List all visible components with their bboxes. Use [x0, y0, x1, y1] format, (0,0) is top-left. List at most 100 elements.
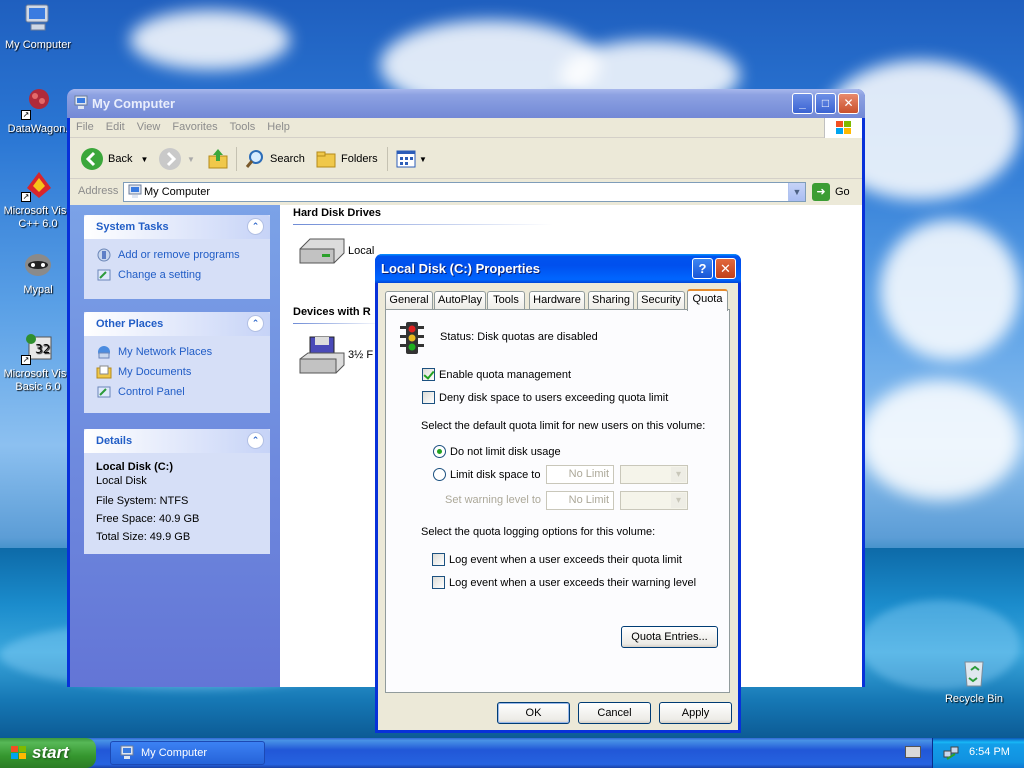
back-arrow-icon: [81, 148, 103, 170]
go-arrow-icon: ➜: [812, 183, 830, 201]
views-icon: [396, 150, 416, 168]
task-pane: System Tasks ⌃ Add or remove programs Ch…: [70, 205, 280, 687]
tab-autoplay[interactable]: AutoPlay: [434, 291, 486, 310]
forward-button[interactable]: ▼: [158, 145, 195, 173]
enable-quota-checkbox[interactable]: Enable quota management: [422, 368, 571, 381]
search-button[interactable]: Search: [244, 145, 305, 173]
apply-button[interactable]: Apply: [659, 702, 732, 724]
ok-button[interactable]: OK: [497, 702, 570, 724]
go-button[interactable]: ➜ Go: [812, 182, 857, 202]
limit-space-label: Limit disk space to: [450, 468, 541, 481]
limit-value-field[interactable]: No Limit: [546, 465, 614, 484]
system-tasks-header[interactable]: System Tasks ⌃: [84, 215, 270, 239]
local-disk-item[interactable]: Local: [296, 235, 374, 267]
desktop-icon-recycle-bin[interactable]: Recycle Bin: [934, 656, 1014, 705]
menu-file[interactable]: File: [70, 118, 100, 136]
log-limit-label: Log event when a user exceeds their quot…: [449, 553, 682, 566]
deny-space-checkbox[interactable]: Deny disk space to users exceeding quota…: [422, 391, 668, 404]
help-button[interactable]: ?: [692, 258, 713, 279]
toolbar: Back ▼ ▼ Search Folders ▼: [70, 139, 862, 179]
address-value: My Computer: [144, 186, 211, 198]
my-documents-link[interactable]: My Documents: [84, 362, 270, 382]
change-setting-link[interactable]: Change a setting: [84, 265, 270, 285]
address-input[interactable]: My Computer ▼: [123, 182, 806, 202]
raccoon-icon: [21, 247, 55, 281]
log-limit-checkbox[interactable]: Log event when a user exceeds their quot…: [432, 553, 682, 566]
menu-tools[interactable]: Tools: [224, 118, 262, 136]
go-label: Go: [835, 186, 850, 198]
dialog-close-button[interactable]: ✕: [715, 258, 736, 279]
limit-unit-select[interactable]: [620, 465, 688, 484]
tab-sharing[interactable]: Sharing: [588, 291, 634, 310]
traffic-light-icon: [398, 320, 426, 359]
computer-icon: [128, 184, 142, 198]
details-name: Local Disk (C:): [96, 461, 174, 473]
menu-view[interactable]: View: [131, 118, 167, 136]
no-limit-radio[interactable]: Do not limit disk usage: [433, 445, 561, 458]
desktop-icon-my-computer[interactable]: My Computer: [0, 2, 78, 51]
cancel-button[interactable]: Cancel: [578, 702, 651, 724]
floppy-drive-icon: [299, 336, 345, 374]
network-status-icon[interactable]: [943, 745, 959, 761]
local-disk-label: Local: [348, 245, 375, 257]
taskbar-item-my-computer[interactable]: My Computer: [110, 741, 265, 765]
computer-icon: [21, 2, 55, 36]
clock[interactable]: 6:54 PM: [969, 746, 1010, 758]
desktop-icon-label: My Computer: [4, 39, 72, 51]
shortcut-arrow-icon: ↗: [21, 192, 31, 202]
tab-tools[interactable]: Tools: [487, 291, 525, 310]
dialog-titlebar[interactable]: Local Disk (C:) Properties ? ✕: [375, 254, 741, 283]
details-total-size: Total Size: 49.9 GB: [96, 531, 191, 543]
maximize-button[interactable]: □: [815, 93, 836, 114]
folder-icon: [316, 151, 336, 168]
menu-help[interactable]: Help: [261, 118, 296, 136]
tab-hardware[interactable]: Hardware: [529, 291, 585, 310]
tab-general[interactable]: General: [385, 291, 433, 310]
warning-value-field[interactable]: No Limit: [546, 491, 614, 510]
default-limit-label: Select the default quota limit for new u…: [421, 420, 706, 432]
radio-selected: [433, 445, 446, 458]
menu-edit[interactable]: Edit: [100, 118, 131, 136]
up-folder-button[interactable]: [206, 145, 230, 173]
log-warning-label: Log event when a user exceeds their warn…: [449, 576, 697, 589]
menu-favorites[interactable]: Favorites: [166, 118, 223, 136]
panel-title: Details: [96, 435, 133, 447]
collapse-icon[interactable]: ⌃: [247, 218, 264, 235]
start-button[interactable]: start: [0, 738, 96, 768]
back-label: Back: [108, 153, 133, 165]
my-network-places-link[interactable]: My Network Places: [84, 342, 270, 362]
windows-logo-icon: [824, 118, 862, 138]
other-places-header[interactable]: Other Places ⌃: [84, 312, 270, 336]
link-label: My Documents: [118, 366, 192, 378]
minimize-button[interactable]: _: [792, 93, 813, 114]
panel-title: Other Places: [96, 318, 164, 330]
collapse-icon[interactable]: ⌃: [247, 432, 264, 449]
views-button[interactable]: ▼: [395, 145, 427, 173]
collapse-icon[interactable]: ⌃: [247, 315, 264, 332]
control-panel-link[interactable]: Control Panel: [84, 382, 270, 402]
keyboard-icon[interactable]: [905, 746, 921, 758]
address-label: Address: [78, 185, 119, 197]
shortcut-arrow-icon: ↗: [21, 355, 31, 365]
checkbox-unchecked: [432, 576, 445, 589]
explorer-titlebar[interactable]: My Computer _ □ ✕: [67, 89, 865, 118]
datawagon-icon: ↗: [21, 86, 55, 120]
tab-quota[interactable]: Quota: [687, 289, 728, 311]
tab-security[interactable]: Security: [637, 291, 685, 310]
address-dropdown-button[interactable]: ▼: [788, 183, 805, 201]
my-documents-icon: [96, 365, 112, 379]
close-button[interactable]: ✕: [838, 93, 859, 114]
limit-space-radio[interactable]: Limit disk space to: [433, 468, 540, 481]
add-remove-programs-link[interactable]: Add or remove programs: [84, 245, 270, 265]
folders-button[interactable]: Folders: [315, 145, 378, 173]
no-limit-label: Do not limit disk usage: [450, 445, 561, 458]
floppy-drive-item[interactable]: 3½ F: [296, 335, 373, 375]
link-label: Change a setting: [118, 269, 202, 281]
log-warning-checkbox[interactable]: Log event when a user exceeds their warn…: [432, 576, 696, 589]
warning-unit-select[interactable]: [620, 491, 688, 510]
quota-entries-button[interactable]: Quota Entries...: [621, 626, 718, 648]
chevron-down-icon[interactable]: ▼: [140, 155, 148, 164]
details-header[interactable]: Details ⌃: [84, 429, 270, 453]
back-button[interactable]: Back ▼: [80, 145, 148, 173]
recycle-bin-icon: [957, 656, 991, 690]
